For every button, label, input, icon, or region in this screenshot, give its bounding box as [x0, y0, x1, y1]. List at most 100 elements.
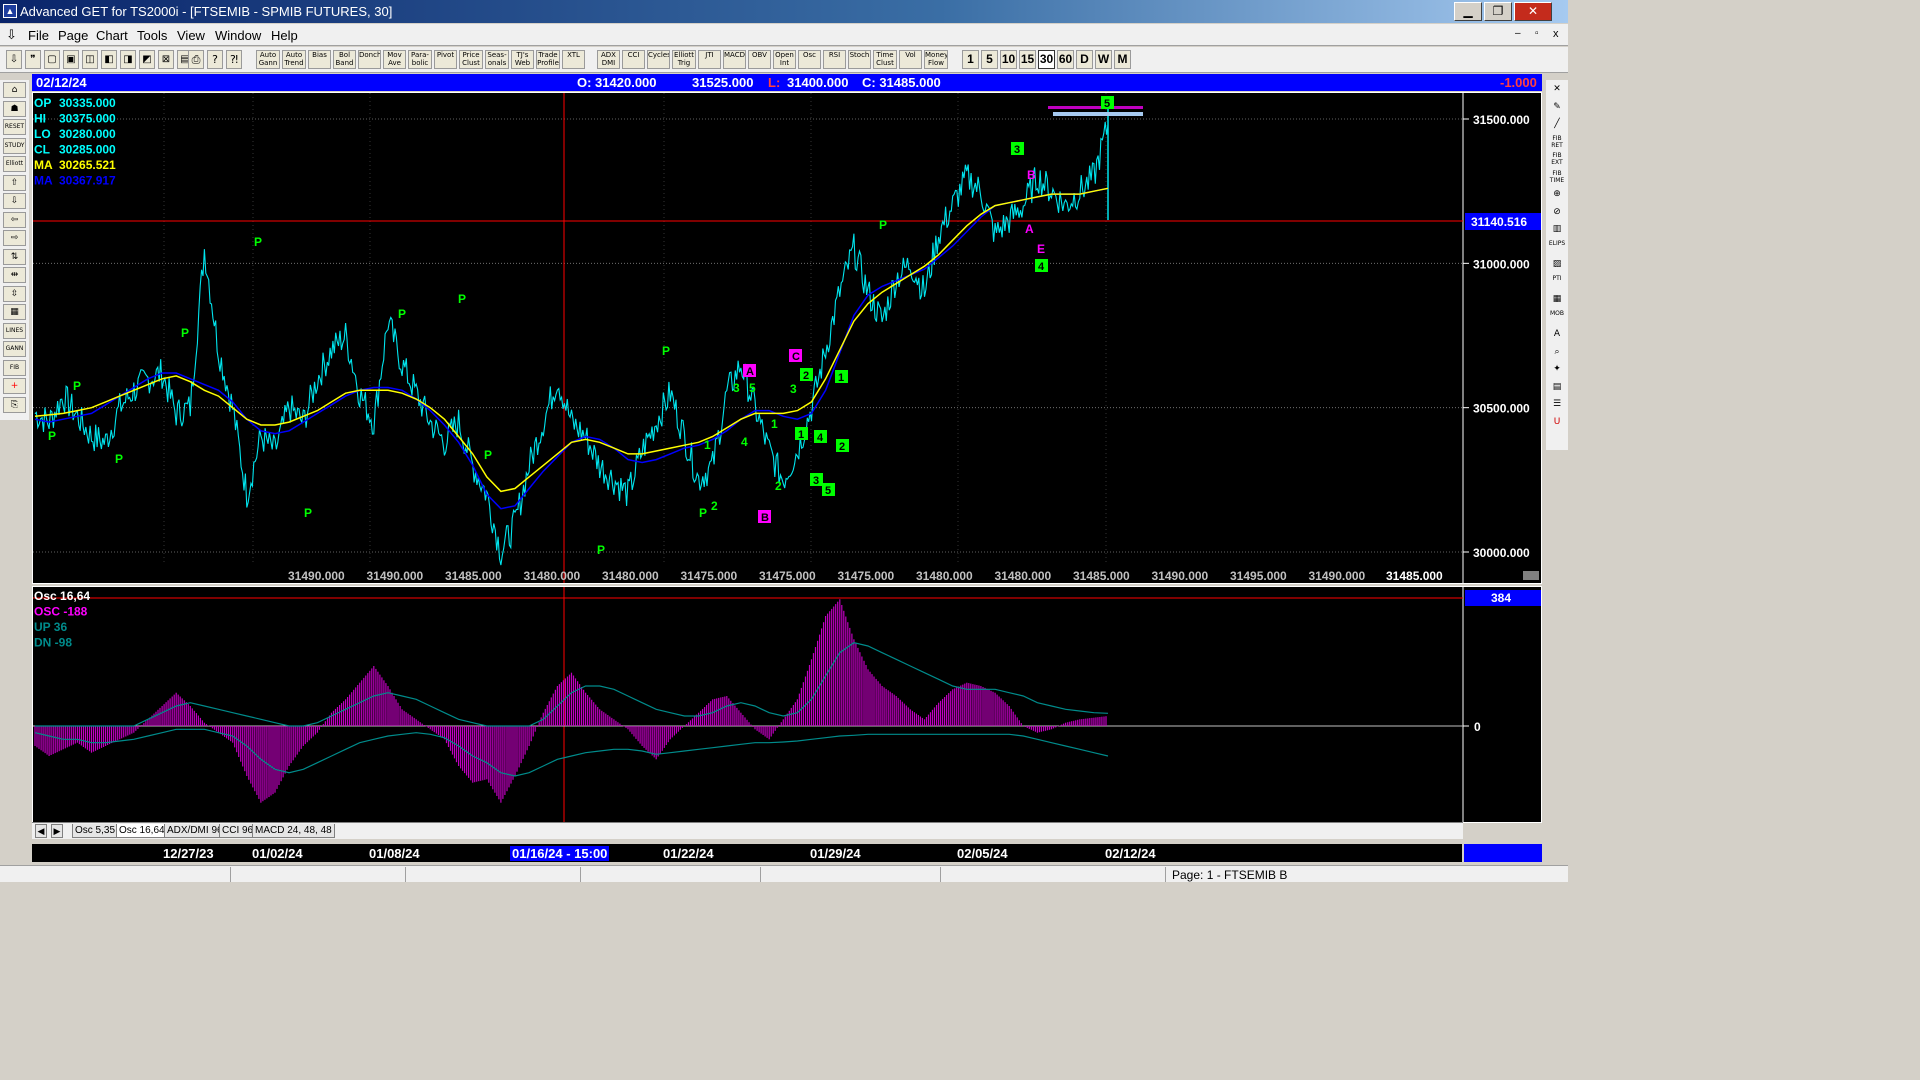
menu-view[interactable]: View	[177, 28, 205, 43]
tool-fib[interactable]: FIB	[3, 359, 26, 376]
tool-icon[interactable]: ✎	[1548, 100, 1566, 116]
tool-icon[interactable]: ⇧	[3, 174, 26, 191]
indicator-button-pivot[interactable]: Pivot	[434, 50, 457, 69]
tab-adx-dmi[interactable]: ADX/DMI 96	[164, 824, 226, 838]
tool-icon[interactable]: ⇳	[3, 285, 26, 302]
mdi-minimize-icon[interactable]: –	[1515, 28, 1521, 39]
tool-lines[interactable]: LINES	[3, 322, 26, 339]
price-chart[interactable]: PPPPPPPPPPPPP3 5412123534121 4235ACBBAEOP 3…	[33, 93, 1541, 583]
tool-icon[interactable]: +	[3, 378, 26, 394]
indicator-button-rsi[interactable]: RSI	[823, 50, 846, 69]
tool-icon[interactable]: ⇅	[3, 248, 26, 265]
indicator-button-trade-profile[interactable]: Trade Profile	[536, 50, 560, 69]
period-button-10[interactable]: 10	[1000, 50, 1017, 69]
indicator-button-osc[interactable]: Osc	[798, 50, 821, 69]
indicator-button-seas-onals[interactable]: Seas-onals	[485, 50, 509, 69]
tool-mob[interactable]: MOB	[1548, 310, 1566, 326]
tool-pti[interactable]: PTI	[1548, 275, 1566, 291]
indicator-button-price-clust[interactable]: Price Clust	[459, 50, 483, 69]
tool-fib-ext[interactable]: FIB EXT	[1548, 152, 1566, 168]
toolbar-icon[interactable]: ◧	[101, 50, 117, 69]
tool-icon[interactable]: ⊕	[1548, 187, 1566, 203]
tool-icon[interactable]: ⇨	[3, 230, 26, 246]
indicator-button-para-bolic[interactable]: Para-bolic	[408, 50, 432, 69]
tool-elips[interactable]: ELIPS	[1548, 240, 1566, 256]
indicator-button-vol[interactable]: Vol	[899, 50, 922, 69]
toolbar-icon[interactable]: ⇩	[6, 50, 22, 69]
indicator-button-time-clust[interactable]: Time Clust	[873, 50, 897, 69]
tool-icon[interactable]: ▨	[1548, 257, 1566, 273]
tool-icon[interactable]: ☗	[3, 100, 26, 117]
indicator-button-xtl[interactable]: XTL	[562, 50, 585, 69]
indicator-button-tj-s-web[interactable]: TJ's Web	[511, 50, 534, 69]
tool-icon[interactable]: A	[1548, 327, 1566, 343]
indicator-button-elliott-trig[interactable]: Elliott Trig	[672, 50, 696, 69]
toolbar-icon[interactable]: ▢	[44, 50, 60, 69]
tool-icon[interactable]: ▦	[3, 304, 26, 320]
indicator-button-adx-dmi[interactable]: ADX DMI	[597, 50, 620, 69]
tab-osc-16-64[interactable]: Osc 16,64	[116, 824, 168, 838]
indicator-button-cci[interactable]: CCI	[622, 50, 645, 69]
tool-icon[interactable]: ▦	[1548, 292, 1566, 308]
tool-elliott[interactable]: Elliott	[3, 156, 26, 172]
toolbar-icon[interactable]: ⊠	[158, 50, 174, 69]
oscillator-panel[interactable]: Osc 16,64 OSC -188 UP 36 DN -98 384 0	[32, 586, 1542, 823]
mdi-restore-icon[interactable]: ▫	[1535, 28, 1539, 39]
maximize-button[interactable]: ❐	[1484, 2, 1512, 21]
tab-macd[interactable]: MACD 24, 48, 48	[252, 824, 335, 838]
tool-fib-time[interactable]: FIB TIME	[1548, 170, 1566, 186]
toolbar-icon[interactable]: ⁈	[226, 50, 242, 69]
tool-icon[interactable]: ⇦	[3, 211, 26, 228]
tool-icon[interactable]: ⇹	[3, 267, 26, 283]
menu-help[interactable]: Help	[271, 28, 298, 43]
price-chart-panel[interactable]: P P P P P P P P P P P P P 3 5 4 1 2 1 2 3 5 3 4 1 2 1 4 2 3 5 A C B B A E OP 3…	[32, 92, 1542, 584]
tool-icon[interactable]: ⎘	[3, 396, 26, 413]
tool-study[interactable]: STUDY	[3, 137, 26, 154]
tab-next-icon[interactable]: ▶	[51, 824, 63, 838]
minimize-button[interactable]: ▁	[1454, 2, 1482, 21]
toolbar-icon[interactable]: ◫	[82, 50, 98, 69]
toolbar-icon[interactable]: ▣	[63, 50, 79, 69]
tab-osc-5-35[interactable]: Osc 5,35	[72, 824, 119, 838]
toolbar-icon[interactable]: ◨	[120, 50, 136, 69]
indicator-button-cycles[interactable]: Cycles	[647, 50, 670, 69]
tool-icon[interactable]: ✕	[1548, 82, 1566, 98]
tool-fib-ret[interactable]: FIB RET	[1548, 135, 1566, 151]
tool-gann[interactable]: GANN	[3, 341, 26, 357]
tool-icon[interactable]: ▥	[1548, 222, 1566, 238]
tool-icon[interactable]: ▤	[1548, 380, 1566, 396]
toolbar-icon[interactable]: ❞	[25, 50, 41, 69]
menu-chart[interactable]: Chart	[96, 28, 128, 43]
document-icon[interactable]: ⇩	[6, 28, 17, 43]
menu-tools[interactable]: Tools	[137, 28, 167, 43]
tool-icon[interactable]: U	[1548, 415, 1566, 431]
indicator-button-auto-trend[interactable]: Auto Trend	[282, 50, 306, 69]
indicator-button-obv[interactable]: OBV	[748, 50, 771, 69]
toolbar-icon[interactable]: ?	[207, 50, 223, 69]
period-button-60[interactable]: 60	[1057, 50, 1074, 69]
toolbar-icon[interactable]: ⎙	[188, 50, 204, 69]
tool-icon[interactable]: ☰	[1548, 397, 1566, 413]
indicator-button-jti[interactable]: JTI	[698, 50, 721, 69]
tool-icon[interactable]: ✦	[1548, 362, 1566, 378]
tool-icon[interactable]: ⊘	[1548, 205, 1566, 221]
indicator-button-donch[interactable]: Donch	[358, 50, 381, 69]
indicator-button-stoch[interactable]: Stoch	[848, 50, 871, 69]
mdi-close-icon[interactable]: x	[1553, 28, 1559, 40]
tab-prev-icon[interactable]: ◀	[35, 824, 47, 838]
tool-icon[interactable]: ⇩	[3, 193, 26, 209]
tool-icon[interactable]: ⌂	[3, 82, 26, 98]
menu-window[interactable]: Window	[215, 28, 261, 43]
period-button-d[interactable]: D	[1076, 50, 1093, 69]
period-button-m[interactable]: M	[1114, 50, 1131, 69]
period-button-5[interactable]: 5	[981, 50, 998, 69]
toolbar-icon[interactable]: ◩	[139, 50, 155, 69]
oscillator-chart[interactable]: Osc 16,64 OSC -188UP 36 DN -98 384 0	[33, 587, 1541, 822]
period-button-1[interactable]: 1	[962, 50, 979, 69]
close-button[interactable]: ✕	[1514, 2, 1552, 21]
period-button-w[interactable]: W	[1095, 50, 1112, 69]
indicator-button-macd[interactable]: MACD	[723, 50, 746, 69]
indicator-button-auto-gann[interactable]: Auto Gann	[256, 50, 280, 69]
tool-icon[interactable]: ╱	[1548, 117, 1566, 133]
tab-cci[interactable]: CCI 96	[219, 824, 257, 838]
